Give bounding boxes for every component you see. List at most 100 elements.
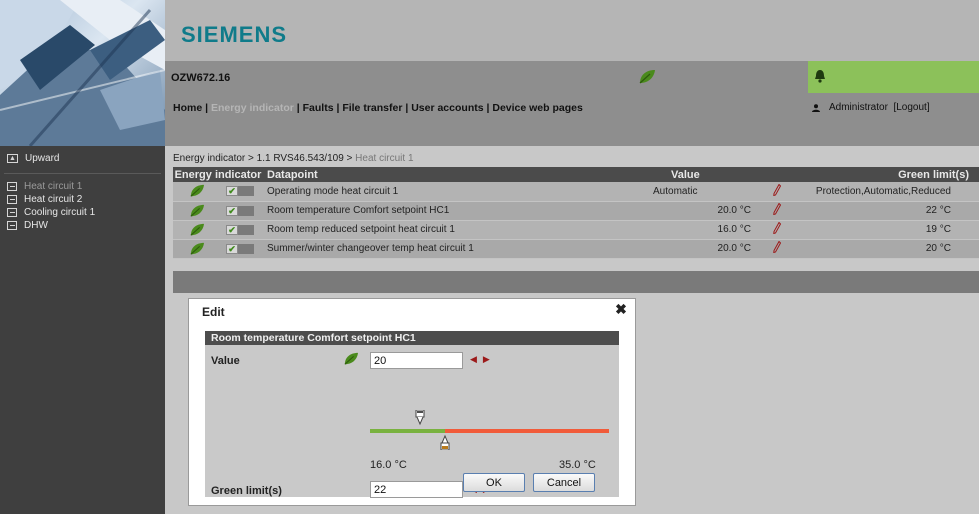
sidebar-item-label: DHW [24,220,48,231]
indicator-checkbox[interactable]: ✔ [226,243,254,254]
upward-label: Upward [25,153,60,164]
logout-link[interactable]: [Logout] [893,102,929,113]
table-row: ✔ Summer/winter changeover temp heat cir… [173,239,979,259]
range-slider[interactable] [370,410,609,450]
arrow-left-icon[interactable]: ◀ [470,354,483,364]
datapoint-name: Operating mode heat circuit 1 [263,182,649,202]
edit-cell[interactable] [769,182,809,202]
table-footer [173,271,979,293]
col-energy-indicator: Energy indicator [173,167,263,182]
green-limit-value: 19 °C [809,220,979,240]
dialog-title: Edit [202,305,225,319]
edit-dialog: Edit ✖ Room temperature Comfort setpoint… [188,298,636,506]
green-limit-value: 20 °C [809,239,979,259]
menu-bar: Home | Energy indicator | Faults | File … [165,93,979,146]
energy-indicator-cell: ✔ [173,220,263,240]
exit-icon [7,208,17,217]
datapoint-name: Summer/winter changeover temp heat circu… [263,239,649,259]
green-limit-value: 22 °C [809,201,979,221]
menu-user-accounts[interactable]: User accounts [411,102,483,114]
alarm-status-cell[interactable] [808,61,979,93]
datapoint-table: Energy indicator Datapoint Value Green l… [173,167,979,259]
cancel-button[interactable]: Cancel [533,473,595,492]
energy-status-cell [632,61,808,93]
range-max: 35.0 °C [559,459,596,471]
sidebar-item-heat-circuit-2[interactable]: Heat circuit 2 [0,193,165,206]
user-icon [812,103,820,112]
pencil-icon[interactable] [773,221,782,235]
menu-separator: | [202,102,211,114]
left-column: ▲ Upward Heat circuit 1 Heat circuit 2 C… [0,0,165,514]
energy-indicator-cell: ✔ [173,239,263,259]
red-range [445,429,609,433]
leaf-icon [190,204,204,217]
leaf-icon [190,223,204,236]
sidebar-item-cooling-circuit-1[interactable]: Cooling circuit 1 [0,206,165,219]
menu-home[interactable]: Home [173,102,202,114]
exit-icon [7,221,17,230]
dialog-header: Edit ✖ [189,299,635,323]
upward-link[interactable]: ▲ Upward [0,152,165,165]
menu-energy-indicator[interactable]: Energy indicator [211,102,294,114]
bell-icon [815,70,825,83]
brand-bar: SIEMENS [165,0,979,61]
green-range [370,429,446,433]
leaf-icon [190,185,204,197]
panel-title: Room temperature Comfort setpoint HC1 [205,331,619,345]
edit-cell[interactable] [769,239,809,259]
pencil-icon[interactable] [773,240,782,254]
user-name: Administrator [829,102,888,113]
menu-device-web-pages[interactable]: Device web pages [492,102,582,114]
limit-marker-icon[interactable] [440,434,450,450]
datapoint-name: Room temperature Comfort setpoint HC1 [263,201,649,221]
menu-separator: | [293,102,303,114]
breadcrumb: Energy indicator > 1.1 RVS46.543/109 > H… [173,153,414,164]
menu-separator: | [333,102,343,114]
table-row: ✔ Operating mode heat circuit 1 Automati… [173,182,979,202]
range-min: 16.0 °C [370,459,407,471]
exit-icon [7,195,17,204]
sidebar-item-label: Heat circuit 1 [24,181,83,192]
check-icon: ✔ [226,205,238,216]
breadcrumb-path[interactable]: Energy indicator > 1.1 RVS46.543/109 > [173,153,355,164]
menu-file-transfer[interactable]: File transfer [342,102,402,114]
main-menu: Home | Energy indicator | Faults | File … [173,102,583,114]
indicator-checkbox[interactable]: ✔ [226,186,254,197]
edit-cell[interactable] [769,201,809,221]
device-bar: OZW672.16 [165,61,979,93]
check-icon: ✔ [226,243,238,254]
value-input[interactable] [370,352,463,369]
pencil-icon[interactable] [773,202,782,216]
col-green-limit: Green limit(s) [809,167,979,182]
sidebar-item-heat-circuit-1[interactable]: Heat circuit 1 [0,180,165,193]
edit-cell[interactable] [769,220,809,240]
indicator-checkbox[interactable]: ✔ [226,205,254,216]
col-datapoint: Datapoint [263,167,649,182]
close-icon[interactable]: ✖ [614,302,628,316]
sidebar-item-label: Heat circuit 2 [24,194,83,205]
value-marker-icon[interactable] [415,410,425,426]
ok-button[interactable]: OK [463,473,525,492]
menu-faults[interactable]: Faults [303,102,334,114]
datapoint-value: 16.0 °C [649,220,769,240]
check-icon: ✔ [226,224,238,235]
energy-indicator-cell: ✔ [173,182,263,202]
datapoint-value: 20.0 °C [649,239,769,259]
leaf-icon [639,70,655,84]
arrow-right-icon[interactable]: ▶ [483,354,496,364]
leaf-icon [190,242,204,255]
indicator-checkbox[interactable]: ✔ [226,224,254,235]
datapoint-value: Automatic [649,182,769,202]
menu-separator: | [402,102,412,114]
green-limit-label: Green limit(s) [211,485,282,497]
pencil-icon[interactable] [773,183,782,196]
value-arrows: ◀▶ [470,354,496,365]
sidebar-item-dhw[interactable]: DHW [0,219,165,232]
green-limit-input[interactable] [370,481,463,498]
brand-logo: SIEMENS [181,22,288,47]
upward-icon: ▲ [7,154,18,163]
header-photo [0,0,165,146]
check-icon: ✔ [226,186,238,197]
leaf-icon [344,352,358,365]
table-row: ✔ Room temp reduced setpoint heat circui… [173,220,979,240]
